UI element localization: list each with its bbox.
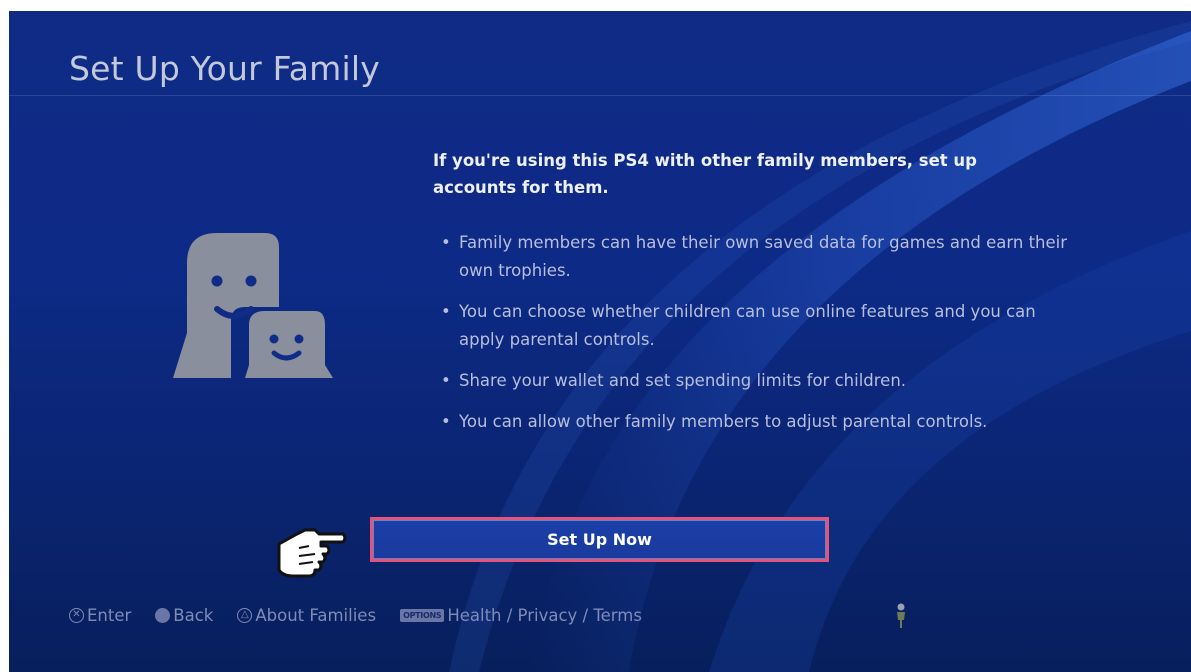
enter-hint[interactable]: ✕ Enter xyxy=(69,606,131,625)
cross-button-icon: ✕ xyxy=(69,607,84,623)
title-divider xyxy=(9,95,1191,96)
list-item: • Share your wallet and set spending limi… xyxy=(433,367,1083,395)
options-label: Health / Privacy / Terms xyxy=(447,605,642,625)
bullet-icon: • xyxy=(441,412,451,431)
about-families-label: About Families xyxy=(255,605,377,625)
about-families-hint[interactable]: △ About Families xyxy=(237,606,376,625)
list-item-text: You can allow other family members to ad… xyxy=(459,412,988,431)
hand-pointer-icon xyxy=(277,528,347,578)
list-item: • You can allow other family members to a… xyxy=(433,408,1083,436)
list-item-text: Share your wallet and set spending limit… xyxy=(459,371,907,390)
circle-button-icon: ○ xyxy=(155,607,171,623)
user-avatar-icon xyxy=(897,603,905,628)
page-title: Set Up Your Family xyxy=(69,49,380,88)
footer-button-hints: ✕ Enter ○ Back △ About Families OPTIONS … xyxy=(69,601,666,629)
options-button-icon: OPTIONS xyxy=(400,608,445,622)
list-item-text: You can choose whether children can use … xyxy=(459,302,1036,349)
enter-label: Enter xyxy=(87,605,132,625)
family-icon xyxy=(173,233,333,378)
list-item: • Family members can have their own saved… xyxy=(433,229,1083,285)
list-item-text: Family members can have their own saved … xyxy=(459,233,1068,280)
set-up-now-button[interactable]: Set Up Now xyxy=(370,517,829,562)
feature-list: • Family members can have their own saved… xyxy=(433,229,1083,449)
triangle-button-icon: △ xyxy=(237,607,253,623)
back-label: Back xyxy=(173,605,214,625)
bullet-icon: • xyxy=(441,302,451,321)
bullet-icon: • xyxy=(441,371,451,390)
headline-text: If you're using this PS4 with other fami… xyxy=(433,151,977,197)
bullet-icon: • xyxy=(441,233,451,252)
list-item: • You can choose whether children can use… xyxy=(433,298,1083,354)
ps4-screen: Set Up Your Family If you're using this … xyxy=(9,11,1191,672)
back-hint[interactable]: ○ Back xyxy=(155,606,213,625)
options-hint[interactable]: OPTIONS Health / Privacy / Terms xyxy=(400,606,642,625)
